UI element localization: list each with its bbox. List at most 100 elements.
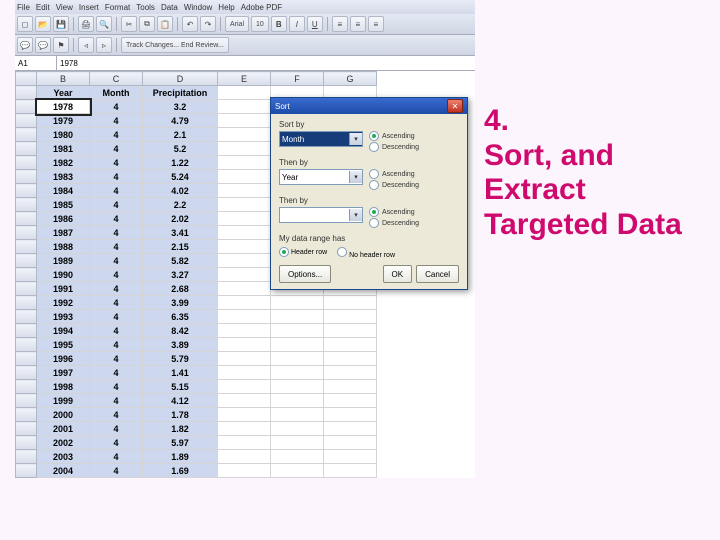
cell[interactable] [218, 142, 271, 156]
cut-icon[interactable]: ✂ [121, 16, 137, 32]
cell-year[interactable]: 1980 [37, 128, 90, 142]
cell-year[interactable]: 1986 [37, 212, 90, 226]
cell-month[interactable]: 4 [90, 156, 143, 170]
menu-tools[interactable]: Tools [136, 3, 155, 12]
cell[interactable] [218, 464, 271, 478]
chevron-down-icon[interactable]: ▾ [349, 133, 362, 145]
cell[interactable] [271, 352, 324, 366]
cell-year[interactable]: 2001 [37, 422, 90, 436]
cell-precip[interactable]: 2.2 [143, 198, 218, 212]
cell-year[interactable]: 1988 [37, 240, 90, 254]
desc-radio-3[interactable]: Descending [369, 218, 419, 228]
cell-month[interactable]: 4 [90, 212, 143, 226]
print-icon[interactable]: 🖨 [78, 16, 94, 32]
cell[interactable] [271, 296, 324, 310]
thenby-select-2[interactable]: ▾ [279, 207, 363, 223]
cell[interactable] [218, 86, 271, 100]
col-d[interactable]: D [143, 72, 218, 86]
cell[interactable] [218, 310, 271, 324]
cell-precip[interactable]: 5.79 [143, 352, 218, 366]
cell[interactable] [218, 422, 271, 436]
cell[interactable] [218, 212, 271, 226]
name-box[interactable]: A1 [15, 56, 57, 70]
cell-year[interactable]: 2000 [37, 408, 90, 422]
menu-adobe[interactable]: Adobe PDF [241, 3, 282, 12]
cell[interactable] [324, 436, 377, 450]
select-all-corner[interactable] [16, 72, 37, 86]
cell[interactable] [324, 366, 377, 380]
cell-month[interactable]: 4 [90, 380, 143, 394]
cell-month[interactable]: 4 [90, 226, 143, 240]
cell[interactable] [218, 184, 271, 198]
font-size[interactable]: 10 [251, 16, 269, 32]
cell-month[interactable]: 4 [90, 184, 143, 198]
cell-year[interactable]: 1983 [37, 170, 90, 184]
save-icon[interactable]: 💾 [53, 16, 69, 32]
cell[interactable] [218, 296, 271, 310]
cell-month[interactable]: 4 [90, 142, 143, 156]
cell[interactable] [324, 310, 377, 324]
chevron-down-icon[interactable]: ▾ [349, 209, 362, 221]
cell-year[interactable]: 1979 [37, 114, 90, 128]
cell[interactable] [324, 394, 377, 408]
cell-month[interactable]: 4 [90, 170, 143, 184]
cell[interactable] [271, 338, 324, 352]
menu-insert[interactable]: Insert [79, 3, 99, 12]
col-f[interactable]: F [271, 72, 324, 86]
cell[interactable] [218, 128, 271, 142]
menu-format[interactable]: Format [105, 3, 130, 12]
cell-year[interactable]: 1999 [37, 394, 90, 408]
header-month[interactable]: Month [90, 86, 143, 100]
cell-month[interactable]: 4 [90, 422, 143, 436]
cell[interactable] [218, 198, 271, 212]
cell-month[interactable]: 4 [90, 282, 143, 296]
cell[interactable] [324, 324, 377, 338]
cell-year[interactable]: 1992 [37, 296, 90, 310]
cell-month[interactable]: 4 [90, 100, 143, 114]
col-b[interactable]: B [37, 72, 90, 86]
cell-precip[interactable]: 3.99 [143, 296, 218, 310]
no-header-radio[interactable]: No header row [337, 247, 395, 259]
menu-edit[interactable]: Edit [36, 3, 50, 12]
cell[interactable] [218, 114, 271, 128]
cell-year[interactable]: 1998 [37, 380, 90, 394]
cell[interactable] [218, 156, 271, 170]
cell[interactable] [271, 394, 324, 408]
sortby-select[interactable]: Month ▾ [279, 131, 363, 147]
cell-month[interactable]: 4 [90, 464, 143, 478]
menu-file[interactable]: File [17, 3, 30, 12]
preview-icon[interactable]: 🔍 [96, 16, 112, 32]
cell-precip[interactable]: 5.24 [143, 170, 218, 184]
cell-month[interactable]: 4 [90, 408, 143, 422]
close-icon[interactable]: ✕ [447, 99, 463, 113]
new-icon[interactable]: ◻ [17, 16, 33, 32]
header-row-radio[interactable]: Header row [279, 247, 327, 259]
cell-precip[interactable]: 5.2 [143, 142, 218, 156]
cell-month[interactable]: 4 [90, 254, 143, 268]
cell-month[interactable]: 4 [90, 338, 143, 352]
cell-precip[interactable]: 1.41 [143, 366, 218, 380]
col-c[interactable]: C [90, 72, 143, 86]
cell-month[interactable]: 4 [90, 394, 143, 408]
cell-month[interactable]: 4 [90, 366, 143, 380]
menu-window[interactable]: Window [184, 3, 212, 12]
cell[interactable] [271, 366, 324, 380]
cell-precip[interactable]: 3.27 [143, 268, 218, 282]
cell-precip[interactable]: 5.82 [143, 254, 218, 268]
header-precip[interactable]: Precipitation [143, 86, 218, 100]
cell[interactable] [218, 170, 271, 184]
cell[interactable] [271, 310, 324, 324]
cell-precip[interactable]: 5.15 [143, 380, 218, 394]
cell-month[interactable]: 4 [90, 436, 143, 450]
asc-radio-1[interactable]: Ascending [369, 131, 419, 141]
thenby-select-1[interactable]: Year ▾ [279, 169, 363, 185]
underline-icon[interactable]: U [307, 16, 323, 32]
cell[interactable] [218, 254, 271, 268]
cell[interactable] [271, 450, 324, 464]
cell-precip[interactable]: 4.02 [143, 184, 218, 198]
cell-year[interactable]: 2002 [37, 436, 90, 450]
cell[interactable] [218, 394, 271, 408]
cell-month[interactable]: 4 [90, 310, 143, 324]
cell-month[interactable]: 4 [90, 352, 143, 366]
cell-year[interactable]: 1985 [37, 198, 90, 212]
